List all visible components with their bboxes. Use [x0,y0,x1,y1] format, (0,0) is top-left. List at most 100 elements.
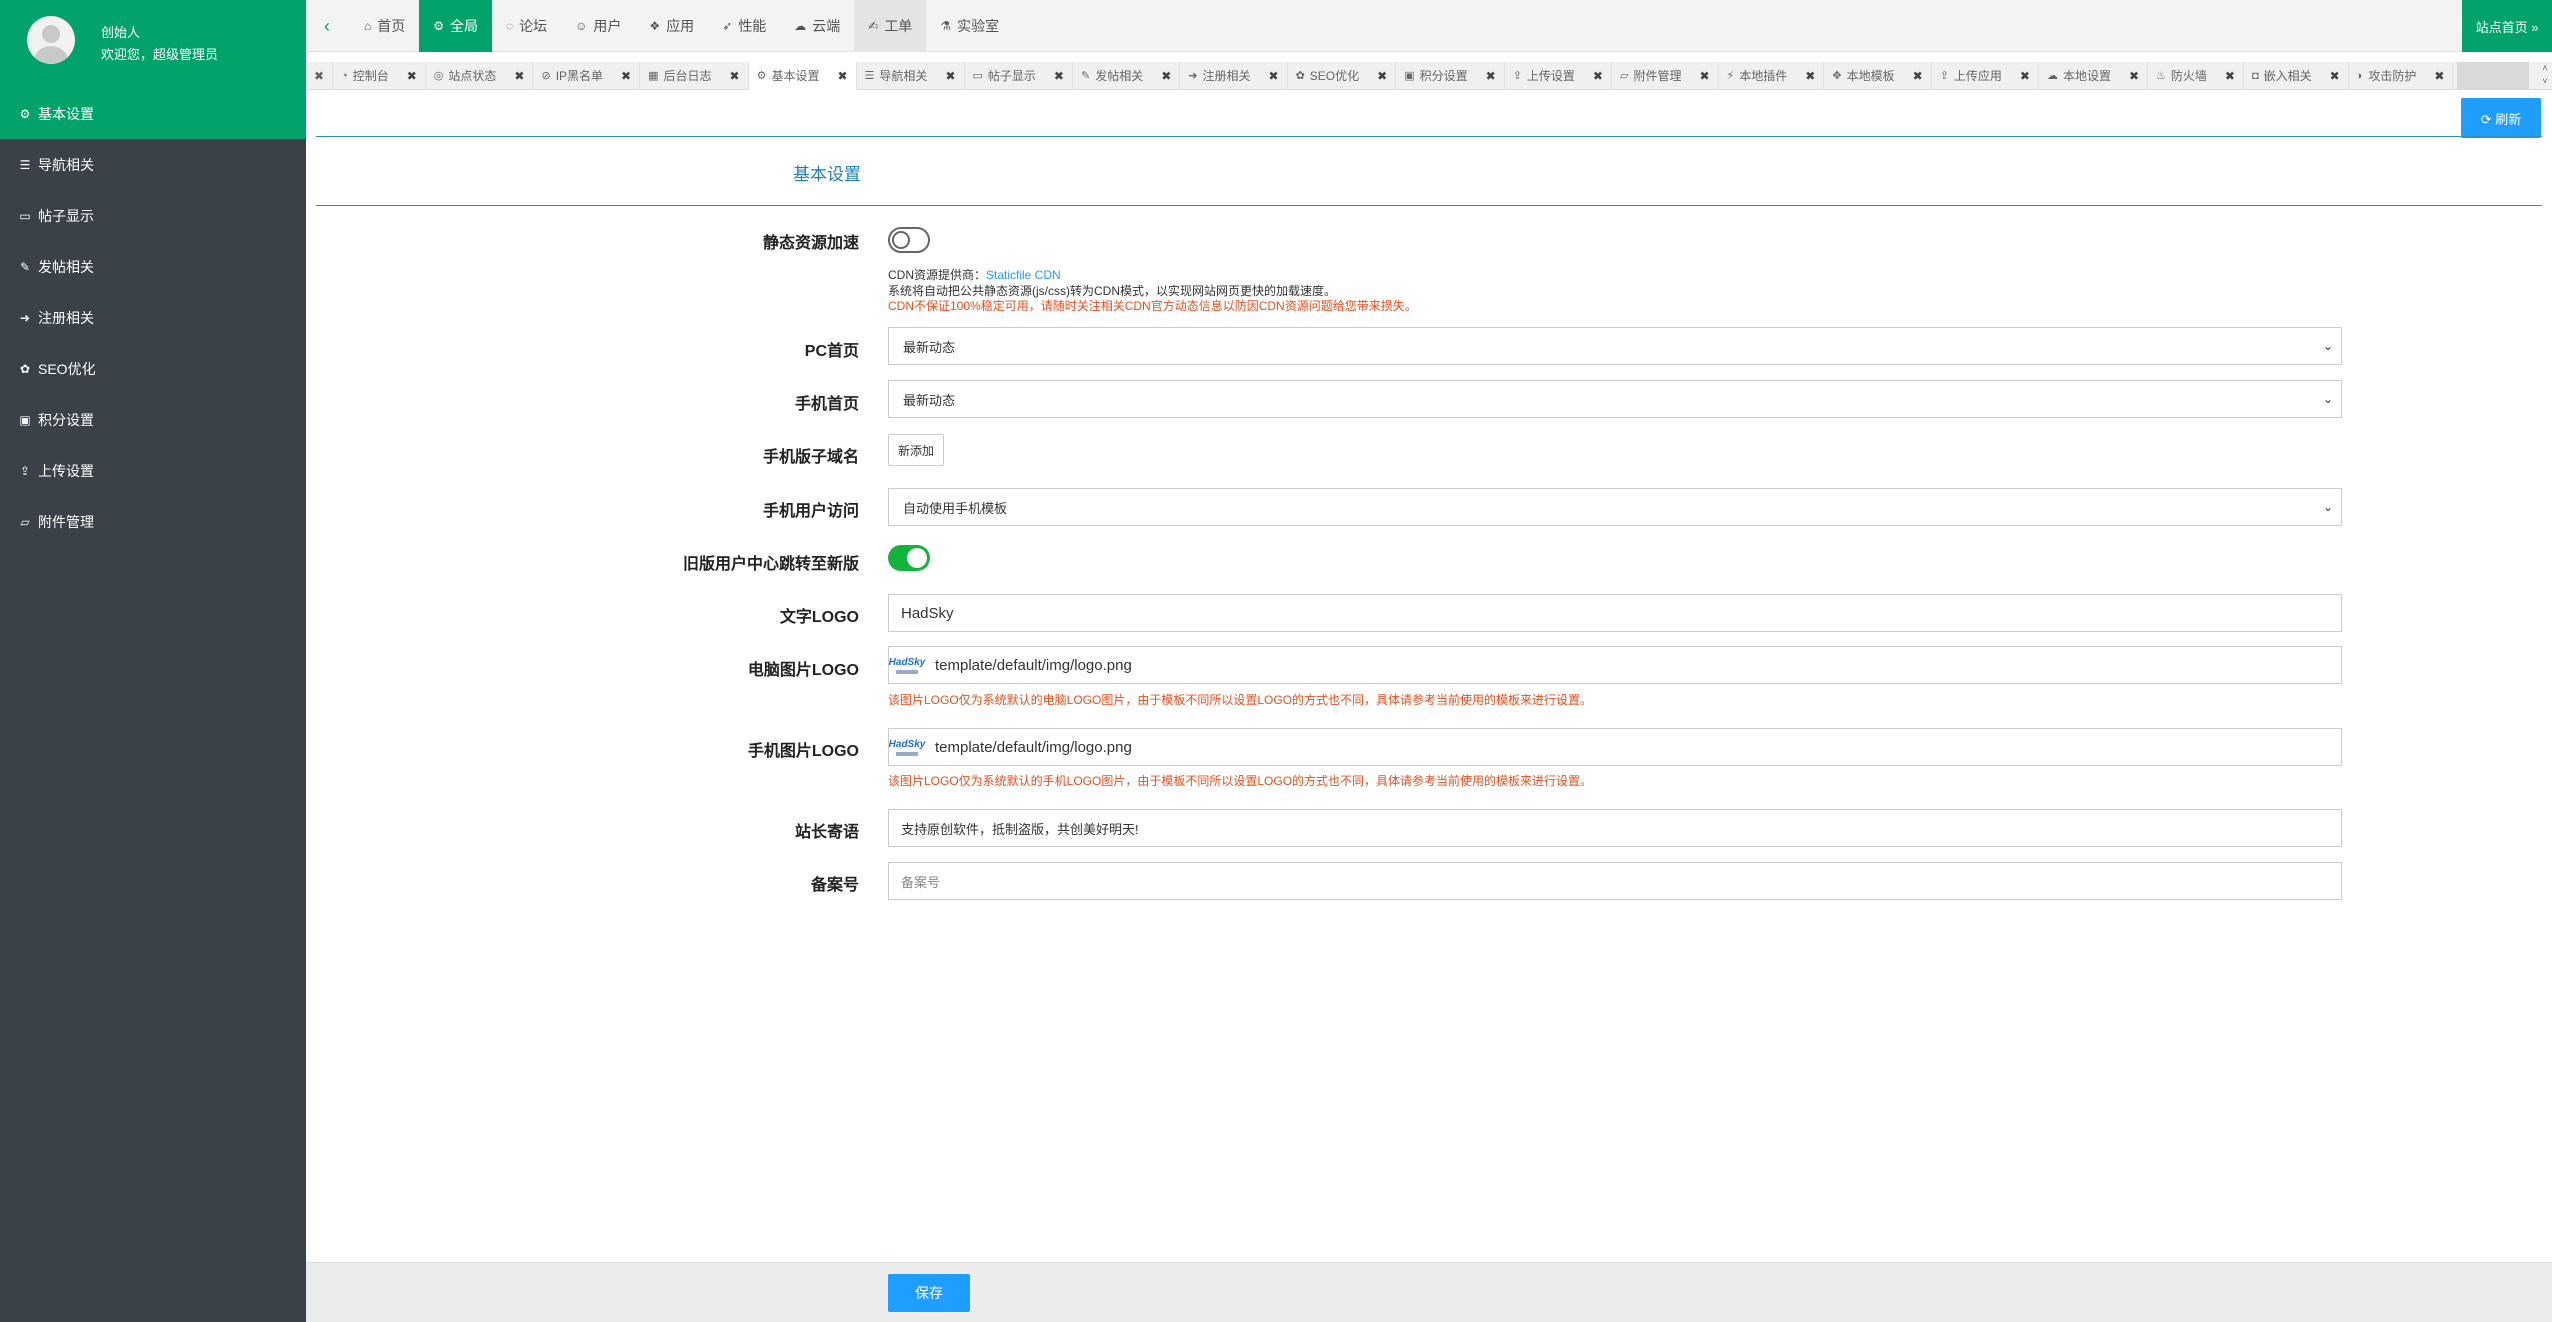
close-tab-icon[interactable]: ✖ [1161,69,1171,83]
page-tab[interactable]: ⇪ 上传设置 ✖ [1505,61,1612,90]
page-tab[interactable]: ▣ 积分设置 ✖ [1396,61,1505,90]
page-tab[interactable]: ⇪ 上传应用 ✖ [1932,61,2039,90]
page-tab[interactable]: ▦ 后台日志 ✖ [640,61,749,90]
page-tab[interactable]: ⚙ 基本设置 ✖ [748,61,857,90]
page-tab[interactable]: ♨ 防火墙 ✖ [2148,61,2244,90]
sidebar-item[interactable]: ➜ 注册相关 [0,292,306,343]
page-tab[interactable]: ◘ 嵌入相关 ✖ [2244,61,2349,90]
close-tab-icon[interactable]: ✖ [1699,69,1709,83]
sidebar-item[interactable]: ⇪ 上传设置 [0,445,306,496]
sidebar-item[interactable]: ⚙ 基本设置 [0,88,306,139]
profile-welcome: 欢迎您，超级管理员 [101,47,219,62]
page-tab[interactable]: ☁ 本地设置 ✖ [2039,61,2149,90]
collapse-sidebar-icon[interactable]: ‹ [306,0,348,52]
close-tab-icon[interactable]: ✖ [1054,69,1064,83]
close-tab-icon[interactable]: ✖ [2330,69,2340,83]
top-nav-label: 用户 [593,18,622,34]
paw-icon: ✿ [19,361,31,376]
top-nav-item[interactable]: ✍ 工单 [854,0,927,52]
gear-icon: ⚙ [19,106,31,121]
icp-input[interactable]: 备案号 [888,862,2342,900]
mobile-home-select[interactable]: 最新动态 ⌄ [888,380,2342,418]
top-nav-item[interactable]: ⚗ 实验室 [926,0,1013,52]
old-center-toggle[interactable] [888,545,930,571]
close-tab-icon[interactable]: ✖ [837,69,847,83]
page-tab[interactable]: ◗ 攻击防护 ✖ [2349,61,2454,90]
page-tab[interactable]: ⚡ 本地插件 ✖ [1719,61,1825,90]
close-tab-icon[interactable]: ✖ [945,69,955,83]
tab-label: IP黑名单 [555,69,604,83]
sidebar-item-label: 帖子显示 [38,207,94,224]
sidebar-item[interactable]: ▱ 附件管理 [0,496,306,547]
top-nav-item[interactable]: ◌ 论坛 [492,0,561,52]
cdn-provider-link[interactable]: Staticfile CDN [986,268,1061,282]
sidebar-item-label: 导航相关 [38,156,94,173]
close-tab-icon[interactable]: ✖ [2020,69,2030,83]
save-button[interactable]: 保存 [888,1274,970,1312]
cogs-icon: ⚙ [433,19,445,33]
page-tab[interactable]: ➜ 注册相关 ✖ [1180,61,1288,90]
mobile-access-select[interactable]: 自动使用手机模板 ⌄ [888,488,2342,526]
add-domain-button[interactable]: 新添加 [888,434,944,466]
top-nav-item[interactable]: ⌂ 首页 [350,0,419,52]
mobile-logo-input[interactable]: HadSky template/default/img/logo.png [888,728,2342,766]
page-tab[interactable]: ▭ 帖子显示 ✖ [965,61,1073,90]
page-tab[interactable]: ⊘ IP黑名单 ✖ [533,61,641,90]
old-center-label: 旧版用户中心跳转至新版 [682,556,859,573]
page-tab[interactable]: ▱ 附件管理 ✖ [1612,61,1719,90]
page-tab[interactable]: ◔ 控制台 ✖ [333,61,426,90]
close-tab-icon[interactable]: ✖ [621,69,631,83]
close-tab-icon[interactable]: ✖ [407,69,417,83]
close-tab-icon[interactable]: ✖ [1593,69,1603,83]
sidebar-item[interactable]: ✿ SEO优化 [0,343,306,394]
page-tab[interactable]: ◎ 站点状态 ✖ [426,61,534,90]
profile-panel: 创始人 欢迎您，超级管理员 [0,0,306,88]
cdn-toggle[interactable] [888,227,930,253]
sidebar-item[interactable]: ▣ 积分设置 [0,394,306,445]
tab-strip: ✖ ◔ 控制台 ✖ ◎ 站点状态 ✖ ⊘ IP黑名单 ✖ ▦ 后台日志 ✖ ⚙ 基本设置 ✖ ☰ 导航相关 ✖ ▭ 帖… [306,61,2552,90]
avatar[interactable] [27,16,75,64]
top-nav-item[interactable]: ➶ 性能 [708,0,780,52]
motto-input[interactable]: 支持原创软件，抵制盗版，共创美好明天! [888,809,2342,847]
close-tab-icon[interactable]: ✖ [1805,69,1815,83]
tab-label: 控制台 [352,69,389,83]
top-nav-item[interactable]: ⚙ 全局 [419,0,493,52]
tab-label: 基本设置 [771,69,820,83]
top-nav-item[interactable]: ☁ 云端 [780,0,854,52]
close-tab-icon[interactable]: ✖ [514,69,524,83]
tab-label: 导航相关 [879,69,928,83]
cdn-label: 静态资源加速 [762,235,859,252]
pc-logo-input[interactable]: HadSky template/default/img/logo.png [888,646,2342,684]
comments-icon: ◌ [506,19,514,33]
pc-home-select[interactable]: 最新动态 ⌄ [888,327,2342,365]
close-tab-icon[interactable]: ✖ [306,61,334,90]
close-tab-icon[interactable]: ✖ [730,69,740,83]
sidebar-item[interactable]: ▭ 帖子显示 [0,190,306,241]
page-tab[interactable]: ✿ SEO优化 ✖ [1288,61,1397,90]
text-logo-input[interactable]: HadSky [888,594,2342,632]
close-tab-icon[interactable]: ✖ [1486,69,1496,83]
sidebar-item-label: 发帖相关 [38,258,94,275]
tab-scroll-icon[interactable]: ˄ ˅ [2538,62,2552,90]
site-home-button[interactable]: 站点首页 » [2462,0,2552,52]
tab-label: 上传设置 [1526,69,1575,83]
close-tab-icon[interactable]: ✖ [2434,69,2444,83]
page-tab[interactable]: ✥ 本地模板 ✖ [1824,61,1932,90]
close-tab-icon[interactable]: ✖ [2225,69,2235,83]
top-nav-label: 性能 [738,18,767,34]
page-tab[interactable]: ✎ 发帖相关 ✖ [1073,61,1181,90]
mobile-logo-label: 手机图片LOGO [747,743,859,760]
top-bar: ‹ ⌂ 首页 ⚙ 全局 ◌ 论坛 ☺ 用户 ❖ 应用 ➶ 性能 ☁ 云端 ✍ 工单 ⚗ 实验室 站点首页 » [306,0,2552,52]
close-tab-icon[interactable]: ✖ [1913,69,1923,83]
close-tab-icon[interactable]: ✖ [2129,69,2139,83]
upload-icon: ⇪ [1939,70,1949,82]
close-tab-icon[interactable]: ✖ [1377,69,1387,83]
sidebar-item[interactable]: ☰ 导航相关 [0,139,306,190]
close-tab-icon[interactable]: ✖ [1269,69,1279,83]
page-tab[interactable]: ☰ 导航相关 ✖ [857,61,965,90]
sidebar-item[interactable]: ✎ 发帖相关 [0,241,306,292]
dashboard-icon: ◔ [341,69,348,82]
top-nav-item[interactable]: ☺ 用户 [561,0,635,52]
refresh-button[interactable]: ⟳ 刷新 [2461,98,2541,138]
top-nav-item[interactable]: ❖ 应用 [635,0,708,52]
